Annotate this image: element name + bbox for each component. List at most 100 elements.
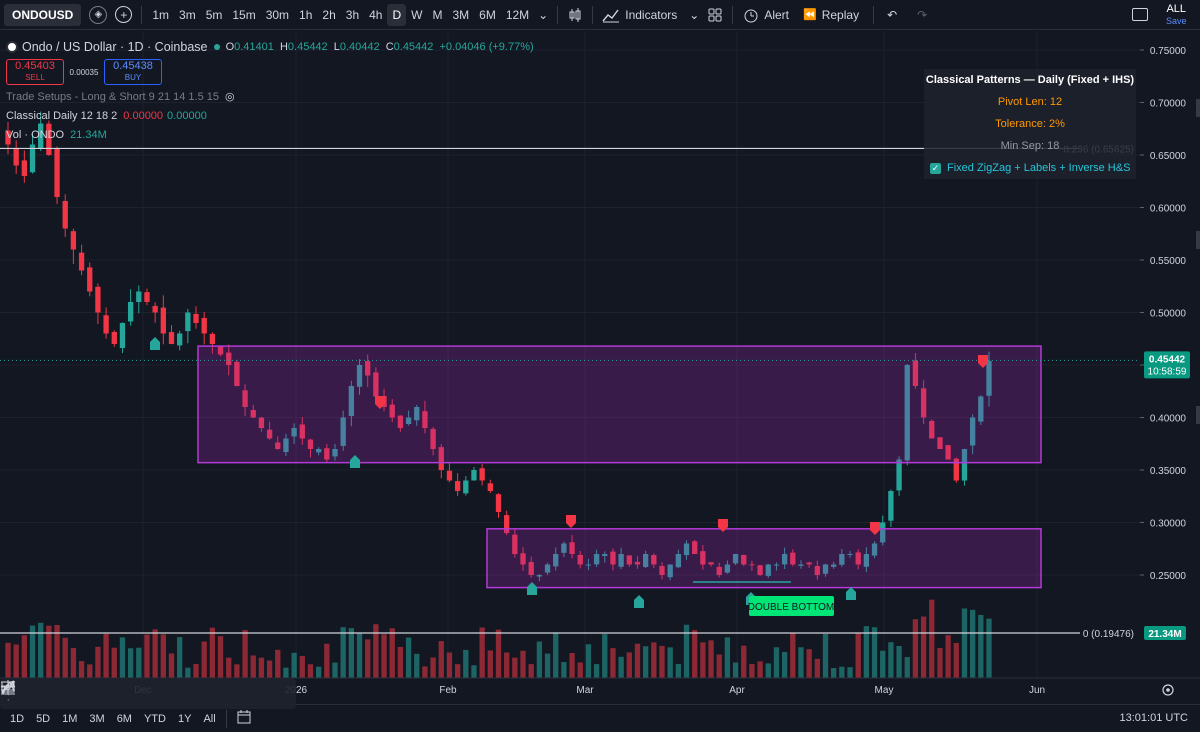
symbol-search-button[interactable]: ONDOUSD — [4, 3, 82, 26]
buy-signal-marker-icon — [846, 587, 856, 600]
volume-bar — [168, 653, 175, 678]
zigzag-toggle[interactable]: ✓ Fixed ZigZag + Labels + Inverse H&S — [924, 157, 1136, 179]
volume-bar — [209, 627, 216, 678]
sell-button[interactable]: 0.45403 SELL — [6, 59, 64, 85]
bar-countdown: 10:58:59 — [1148, 366, 1187, 377]
range-all[interactable]: All — [197, 713, 221, 725]
volume-bar — [463, 649, 469, 678]
arrow-tool[interactable] — [1, 679, 296, 709]
volume-bar — [87, 664, 93, 678]
chart-type-button[interactable] — [563, 0, 587, 30]
compare-symbol-button[interactable]: + — [111, 0, 136, 30]
trend-line-tool[interactable] — [1, 679, 129, 709]
interval-30m[interactable]: 30m — [261, 4, 294, 26]
range-1d[interactable]: 1D — [4, 713, 30, 725]
interval-group: 1m 3m 5m 15m 30m 1h 2h 3h 4h D W M 3M 6M 12M — [147, 3, 534, 26]
interval-3m[interactable]: 3M — [447, 4, 474, 26]
triangle-tool[interactable] — [1, 679, 240, 709]
interval-d[interactable]: D — [387, 3, 407, 26]
checkbox-checked-icon[interactable]: ✓ — [930, 162, 941, 174]
interval-w[interactable]: W — [406, 4, 427, 26]
layouts-button[interactable] — [703, 0, 727, 30]
path-tool[interactable] — [1, 679, 156, 709]
volume-bar — [831, 667, 837, 678]
undo-icon: ↶ — [887, 7, 898, 22]
candle — [144, 292, 150, 302]
pivot-len-row: Pivot Len: 12 — [997, 96, 1063, 108]
hidden-eye-icon[interactable]: ◎ — [225, 90, 235, 103]
interval-1m[interactable]: 1m — [147, 4, 174, 26]
redo-button[interactable]: ↷ — [913, 0, 931, 30]
interval-m[interactable]: M — [427, 4, 447, 26]
indicator-classical-value-1: 0.00000 — [123, 109, 164, 122]
current-price-value: 0.45442 — [1149, 354, 1186, 365]
interval-6m[interactable]: 6M — [474, 4, 501, 26]
time-axis-label: Feb — [439, 685, 457, 696]
interval-4h[interactable]: 4h — [364, 4, 387, 26]
alert-button[interactable]: Alert — [738, 0, 793, 30]
volume-bar — [659, 645, 665, 678]
rewind-icon: ⏪ — [803, 9, 817, 21]
volume-bar — [544, 653, 551, 678]
volume-bar — [70, 647, 77, 678]
fib-retracement-tool[interactable] — [1, 679, 212, 709]
sell-signal-marker-icon — [566, 515, 576, 528]
volume-bar — [504, 652, 510, 678]
interval-12m[interactable]: 12M — [501, 4, 534, 26]
range-1y[interactable]: 1Y — [172, 713, 197, 725]
indicator-classical[interactable]: Classical Daily 12 18 2 0.00000 0.00000 — [6, 106, 534, 125]
rectangle-tool[interactable] — [1, 679, 101, 709]
volume-bar — [21, 635, 28, 678]
buy-button[interactable]: 0.45438 BUY — [104, 59, 162, 85]
range-1m[interactable]: 1M — [56, 713, 83, 725]
candle — [119, 323, 126, 349]
fullscreen-button[interactable] — [1128, 0, 1152, 30]
volume-bar — [111, 647, 117, 678]
ray-tool[interactable] — [1, 679, 184, 709]
volume-bar — [217, 636, 224, 678]
utc-clock[interactable]: 13:01:01 UTC — [1120, 712, 1188, 724]
volume-bar — [814, 658, 820, 678]
indicator-trade-setups[interactable]: Trade Setups - Long & Short 9 21 14 1.5 … — [6, 87, 534, 106]
buy-signal-marker-icon — [150, 337, 160, 350]
volume-bar — [95, 646, 101, 678]
watchlist-diamond-icon[interactable]: ◈ — [85, 0, 111, 30]
undo-button[interactable]: ↶ — [883, 0, 901, 30]
volume-bar — [242, 630, 248, 678]
vertical-line-tool[interactable] — [5, 679, 45, 709]
volume-bar — [651, 642, 657, 678]
volume-bar — [978, 614, 984, 678]
interval-dropdown-chevron-icon[interactable]: ⌄ — [534, 0, 552, 30]
indicators-button[interactable]: Indicators ⌄ — [598, 0, 703, 30]
interval-3m[interactable]: 3m — [174, 4, 201, 26]
volume-bar — [806, 649, 812, 678]
horizontal-line-tool[interactable] — [1, 679, 73, 709]
range-3m[interactable]: 3M — [83, 713, 110, 725]
interval-2h[interactable]: 2h — [317, 4, 340, 26]
volume-bar — [912, 619, 919, 678]
chart-pane[interactable]: DOUBLE BOTTOM 0.75000 0.70000 0.65000 0.6000… — [0, 31, 1200, 709]
volume-bar — [626, 652, 632, 678]
candle — [177, 333, 183, 346]
volume-bar — [127, 648, 134, 678]
range-6m[interactable]: 6M — [111, 713, 138, 725]
volume-bar — [871, 627, 878, 678]
replay-label: Replay — [821, 7, 860, 22]
volume-label: Vol · ONDO — [6, 128, 65, 141]
interval-15m[interactable]: 15m — [227, 4, 260, 26]
interval-1h[interactable]: 1h — [294, 4, 317, 26]
indicator-volume[interactable]: Vol · ONDO 21.34M — [6, 125, 534, 144]
candle — [446, 470, 453, 481]
save-layout-button[interactable]: ALL Save — [1166, 3, 1187, 27]
volume-bar — [283, 667, 289, 678]
interval-5m[interactable]: 5m — [201, 4, 228, 26]
min-sep-row: Min Sep: 18 — [1000, 140, 1060, 152]
replay-button[interactable]: ⏪ Replay — [799, 0, 863, 30]
candle — [471, 470, 477, 481]
brush-tool[interactable] — [1, 679, 268, 709]
goto-date-button[interactable] — [232, 709, 256, 728]
range-ytd[interactable]: YTD — [138, 713, 172, 725]
price-tick-label: 0.35000 — [1150, 466, 1187, 477]
interval-3h[interactable]: 3h — [341, 4, 364, 26]
range-5d[interactable]: 5D — [30, 713, 56, 725]
